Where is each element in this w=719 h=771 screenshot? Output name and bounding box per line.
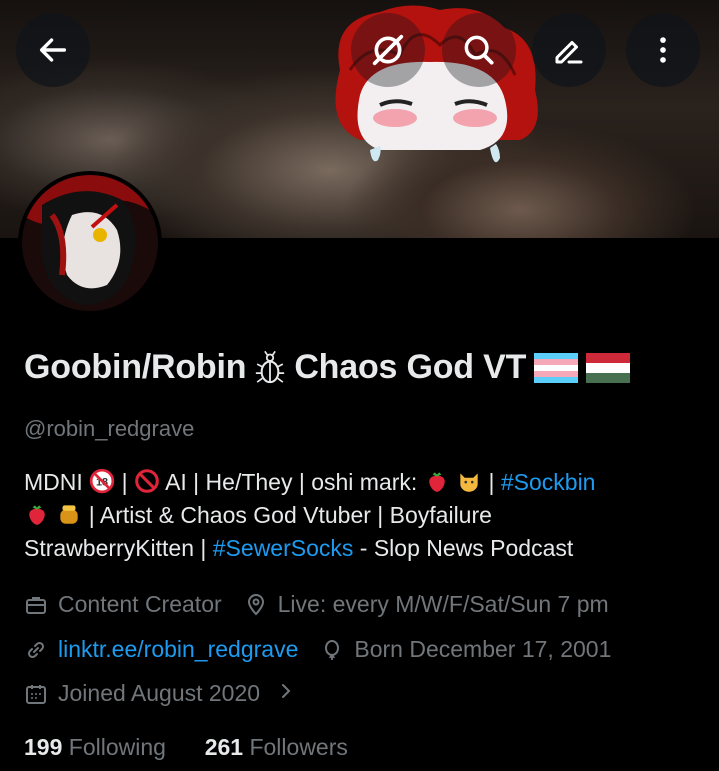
sparkle-off-icon xyxy=(372,34,404,66)
more-vertical-icon xyxy=(660,37,666,63)
bio-line-1: MDNI 18 | AI | He/They | oshi mark: | #S… xyxy=(24,468,596,495)
profile-meta-row-2: linktr.ee/robin_redgrave Born December 1… xyxy=(24,636,611,663)
following-label: Following xyxy=(68,734,166,760)
profile-handle: @robin_redgrave xyxy=(24,416,195,441)
hungary-flag-icon xyxy=(586,352,631,383)
following-link[interactable]: 199 Following xyxy=(24,734,166,760)
location-icon xyxy=(244,593,268,617)
calendar-icon xyxy=(24,682,48,706)
display-name-tail: Chaos God VT xyxy=(294,348,527,386)
bio-line-2: | Artist & Chaos God Vtuber | Boyfailure xyxy=(24,499,704,532)
following-count: 199 xyxy=(24,734,63,760)
no-under-18-icon: 18 xyxy=(89,468,115,494)
display-name-row: Goobin/Robin Chaos God VT xyxy=(24,348,631,387)
balloon-icon xyxy=(320,638,344,662)
avatar-image xyxy=(22,175,158,311)
more-button[interactable] xyxy=(626,13,700,87)
link-icon xyxy=(24,638,48,662)
arrow-left-icon xyxy=(39,38,67,62)
profile-category: Content Creator xyxy=(58,591,222,617)
profile-location: Live: every M/W/F/Sat/Sun 7 pm xyxy=(277,591,609,617)
profile-birthday: Born December 17, 2001 xyxy=(354,636,612,662)
edit-button[interactable] xyxy=(532,13,606,87)
prohibited-icon xyxy=(135,469,159,493)
trans-flag-icon xyxy=(534,352,579,383)
display-name: Goobin/Robin xyxy=(24,348,247,386)
profile-avatar[interactable] xyxy=(18,171,162,315)
profile-bio: MDNI 18 | AI | He/They | oshi mark: | #S… xyxy=(24,466,704,565)
profile-meta-row-1: Content Creator Live: every M/W/F/Sat/Su… xyxy=(24,591,609,618)
strawberry-icon xyxy=(29,505,45,525)
honey-pot-icon xyxy=(60,505,79,524)
grok-button[interactable] xyxy=(351,13,425,87)
beetle-icon xyxy=(256,350,285,383)
search-icon xyxy=(464,35,494,65)
edit-icon xyxy=(555,41,583,64)
chevron-right-icon[interactable] xyxy=(278,680,294,707)
follow-stats: 199 Following 261 Followers xyxy=(24,734,348,761)
briefcase-icon xyxy=(24,593,48,617)
profile-joined: Joined August 2020 xyxy=(58,680,261,706)
banner-character-art xyxy=(335,5,538,163)
back-button[interactable] xyxy=(16,13,90,87)
strawberry-icon xyxy=(428,472,445,492)
profile-website-link[interactable]: linktr.ee/robin_redgrave xyxy=(58,636,298,663)
hashtag-sockbin[interactable]: #Sockbin xyxy=(501,469,596,495)
followers-link[interactable]: 261 Followers xyxy=(205,734,348,760)
search-button[interactable] xyxy=(442,13,516,87)
hashtag-sewersocks[interactable]: #SewerSocks xyxy=(213,535,354,561)
followers-label: Followers xyxy=(249,734,348,760)
bio-line-3: StrawberryKitten | #SewerSocks - Slop Ne… xyxy=(24,535,574,561)
followers-count: 261 xyxy=(204,734,244,760)
profile-meta-row-3[interactable]: Joined August 2020 xyxy=(24,680,294,707)
cat-face-icon xyxy=(460,473,478,492)
